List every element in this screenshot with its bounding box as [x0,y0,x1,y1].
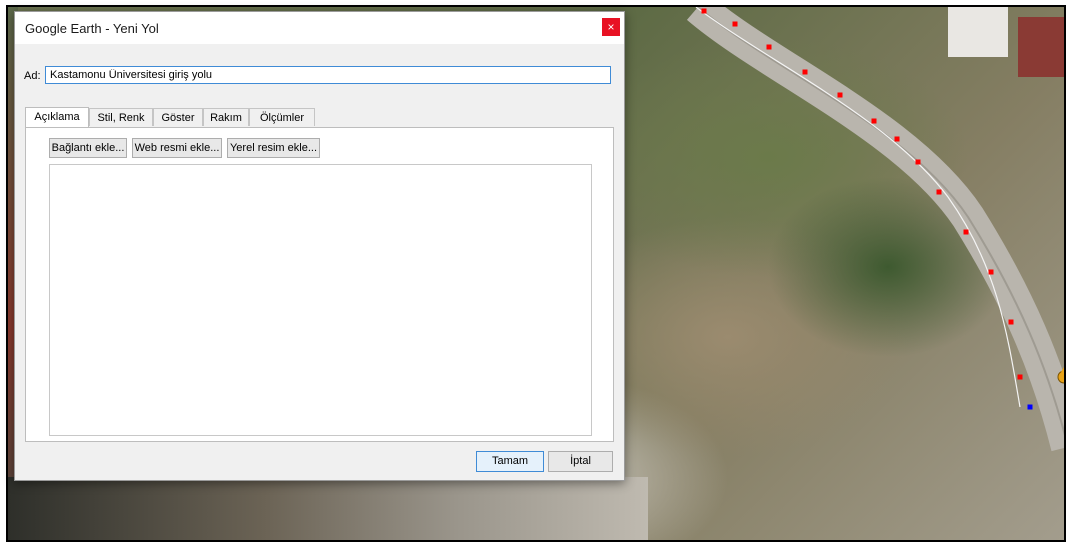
tab-measurements[interactable]: Ölçümler [249,108,315,126]
path-point[interactable] [701,8,707,14]
path-point[interactable] [963,229,969,235]
name-label: Ad: [24,70,41,82]
path-end-point[interactable] [1027,404,1033,410]
ok-button[interactable]: Tamam [476,451,544,472]
path-point[interactable] [936,189,942,195]
add-local-image-button[interactable]: Yerel resim ekle... [227,138,320,158]
road-main [686,7,1064,452]
path-point[interactable] [988,269,994,275]
add-link-button[interactable]: Bağlantı ekle... [49,138,127,158]
dialog-titlebar: Google Earth - Yeni Yol × [15,12,624,44]
path-point[interactable] [915,159,921,165]
close-icon: × [607,20,615,34]
close-button[interactable]: × [602,18,620,36]
path-point[interactable] [766,44,772,50]
tab-description[interactable]: Açıklama [25,107,89,127]
name-input[interactable] [45,66,611,84]
add-web-image-button[interactable]: Web resmi ekle... [132,138,222,158]
path-point[interactable] [871,118,877,124]
road-edge [697,7,1064,436]
tab-view[interactable]: Göster [153,108,203,126]
path-point[interactable] [894,136,900,142]
edit-path-dialog: Google Earth - Yeni Yol × Ad: Açıklama S… [14,11,625,481]
tab-style-color[interactable]: Stil, Renk [89,108,153,126]
description-panel: Bağlantı ekle... Web resmi ekle... Yerel… [25,127,614,442]
cancel-button[interactable]: İptal [548,451,613,472]
path-point[interactable] [1008,319,1014,325]
path-point[interactable] [732,21,738,27]
description-textarea[interactable] [49,164,592,436]
tab-altitude[interactable]: Rakım [203,108,249,126]
path-point[interactable] [1017,374,1023,380]
path-point[interactable] [837,92,843,98]
path-point[interactable] [802,69,808,75]
dialog-title: Google Earth - Yeni Yol [25,21,159,36]
